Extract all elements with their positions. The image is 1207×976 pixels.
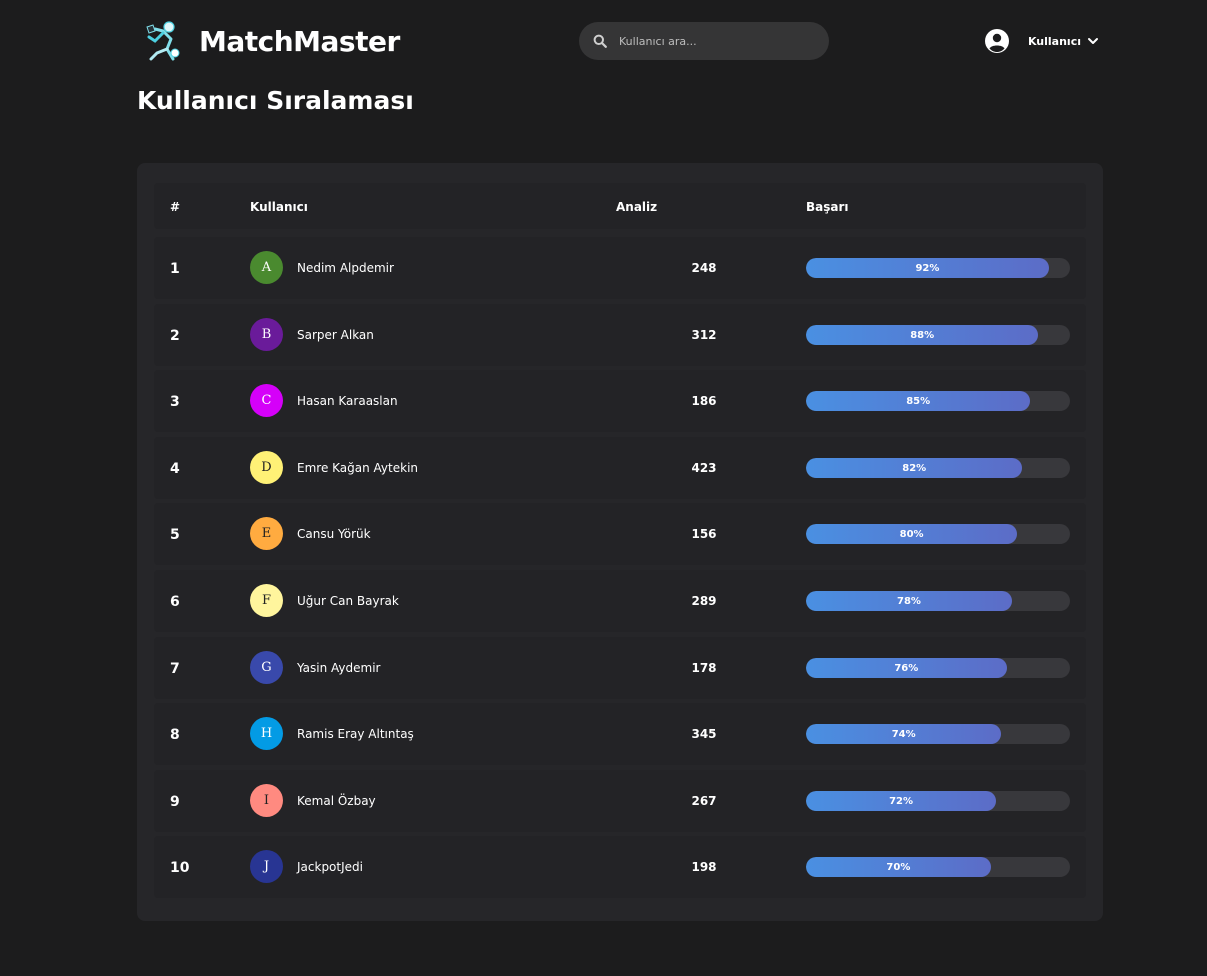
avatar: I (250, 784, 283, 817)
success-percent: 85% (906, 395, 931, 407)
success-progress-fill: 70% (806, 857, 991, 877)
success-percent: 74% (891, 728, 916, 740)
analiz-count: 156 (691, 527, 717, 541)
user-name[interactable]: Emre Kağan Aytekin (297, 461, 418, 475)
rank-cell: 7 (170, 661, 180, 677)
column-header-rank[interactable]: # (170, 200, 180, 214)
avatar: F (250, 584, 283, 617)
avatar: C (250, 384, 283, 417)
leaderboard-card: # Kullanıcı Analiz Başarı 1 A Nedim Alpdem… (137, 163, 1103, 921)
success-progress-fill: 76% (806, 658, 1007, 678)
avatar: D (250, 451, 283, 484)
table-row[interactable]: 9 I Kemal Özbay 267 72% (154, 770, 1086, 832)
analiz-count: 345 (691, 727, 717, 741)
column-header-user[interactable]: Kullanıcı (250, 200, 308, 214)
analiz-count: 198 (691, 860, 717, 874)
success-progress-bar: 70% (806, 857, 1070, 877)
success-progress-fill: 74% (806, 724, 1002, 744)
user-name[interactable]: Hasan Karaaslan (297, 394, 398, 408)
soccer-player-logo-icon (146, 21, 180, 61)
success-progress-bar: 78% (806, 591, 1070, 611)
success-percent: 70% (886, 861, 911, 873)
success-progress-bar: 72% (806, 791, 1070, 811)
table-row[interactable]: 1 A Nedim Alpdemir 248 92% (154, 237, 1086, 299)
table-row[interactable]: 3 C Hasan Karaaslan 186 85% (154, 370, 1086, 432)
search-icon (593, 34, 607, 48)
user-circle-icon (984, 29, 1009, 53)
success-progress-fill: 85% (806, 391, 1031, 411)
success-progress-bar: 82% (806, 458, 1070, 478)
success-progress-fill: 72% (806, 791, 997, 811)
column-header-basari[interactable]: Başarı (806, 200, 849, 214)
avatar: B (250, 318, 283, 351)
analiz-count: 289 (691, 594, 717, 608)
analiz-count: 423 (691, 461, 717, 475)
user-name[interactable]: Nedim Alpdemir (297, 261, 394, 275)
user-name[interactable]: Sarper Alkan (297, 328, 374, 342)
user-name[interactable]: Uğur Can Bayrak (297, 594, 399, 608)
avatar: E (250, 517, 283, 550)
table-row[interactable]: 6 F Uğur Can Bayrak 289 78% (154, 570, 1086, 632)
analiz-count: 178 (691, 661, 717, 675)
success-progress-bar: 76% (806, 658, 1070, 678)
success-percent: 80% (899, 528, 924, 540)
success-progress-fill: 88% (806, 325, 1039, 345)
user-name[interactable]: Kemal Özbay (297, 794, 376, 808)
user-name[interactable]: Ramis Eray Altıntaş (297, 727, 414, 741)
success-percent: 82% (902, 462, 927, 474)
column-header-analiz[interactable]: Analiz (616, 200, 657, 214)
rank-cell: 8 (170, 727, 180, 743)
table-row[interactable]: 8 H Ramis Eray Altıntaş 345 74% (154, 703, 1086, 765)
table-row[interactable]: 4 D Emre Kağan Aytekin 423 82% (154, 437, 1086, 499)
rank-cell: 3 (170, 394, 180, 410)
search-input[interactable] (619, 34, 819, 48)
brand[interactable]: MatchMaster (141, 18, 400, 64)
success-percent: 88% (910, 329, 935, 341)
rank-cell: 2 (170, 328, 180, 344)
table-row[interactable]: 7 G Yasin Aydemir 178 76% (154, 637, 1086, 699)
success-progress-bar: 92% (806, 258, 1070, 278)
user-name[interactable]: Yasin Aydemir (297, 661, 381, 675)
rank-cell: 6 (170, 594, 180, 610)
analiz-count: 186 (691, 394, 717, 408)
success-progress-fill: 82% (806, 458, 1023, 478)
navbar: MatchMaster Kullanıcı (137, 18, 1103, 64)
avatar: G (250, 651, 283, 684)
user-menu-label: Kullanıcı (1027, 34, 1081, 48)
success-progress-fill: 92% (806, 258, 1049, 278)
page-title: Kullanıcı Sıralaması (137, 86, 414, 115)
chevron-down-icon (1088, 38, 1098, 44)
table-header: # Kullanıcı Analiz Başarı (154, 183, 1086, 229)
analiz-count: 312 (691, 328, 717, 342)
table-row[interactable]: 2 B Sarper Alkan 312 88% (154, 304, 1086, 366)
user-name[interactable]: Cansu Yörük (297, 527, 371, 541)
success-percent: 78% (896, 595, 921, 607)
rank-cell: 1 (170, 261, 180, 277)
rank-cell: 9 (170, 794, 180, 810)
user-name[interactable]: JackpotJedi (297, 860, 363, 874)
rank-cell: 5 (170, 527, 180, 543)
table-row[interactable]: 10 J JackpotJedi 198 70% (154, 836, 1086, 898)
search-box[interactable] (579, 22, 829, 60)
avatar: A (250, 251, 283, 284)
table-row[interactable]: 5 E Cansu Yörük 156 80% (154, 503, 1086, 565)
rank-cell: 4 (170, 461, 180, 477)
success-percent: 76% (894, 662, 919, 674)
success-progress-bar: 85% (806, 391, 1070, 411)
success-percent: 92% (915, 262, 940, 274)
avatar: H (250, 717, 283, 750)
rank-cell: 10 (170, 860, 190, 876)
success-progress-fill: 78% (806, 591, 1012, 611)
analiz-count: 267 (691, 794, 717, 808)
avatar: J (250, 850, 283, 883)
brand-name: MatchMaster (199, 24, 400, 58)
success-progress-fill: 80% (806, 524, 1018, 544)
success-progress-bar: 74% (806, 724, 1070, 744)
user-menu[interactable]: Kullanıcı (984, 25, 1099, 57)
analiz-count: 248 (691, 261, 717, 275)
success-progress-bar: 88% (806, 325, 1070, 345)
success-progress-bar: 80% (806, 524, 1070, 544)
success-percent: 72% (889, 795, 913, 807)
